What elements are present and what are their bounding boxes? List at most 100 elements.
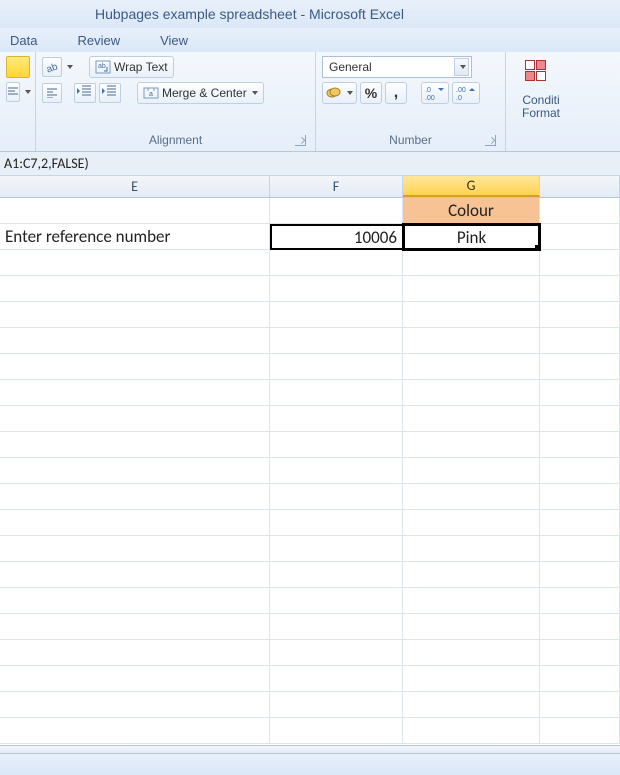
column-header-h[interactable] <box>540 176 620 197</box>
conditional-formatting-button[interactable]: Conditi Format <box>512 56 570 124</box>
worksheet[interactable]: E F G Colour Enter reference number 1000… <box>0 176 620 744</box>
cell[interactable] <box>540 718 620 744</box>
cell[interactable] <box>540 484 620 510</box>
cell[interactable] <box>540 640 620 666</box>
cell[interactable] <box>540 588 620 614</box>
menu-review[interactable]: Review <box>77 33 120 48</box>
cell[interactable] <box>0 276 270 302</box>
cell[interactable] <box>403 640 540 666</box>
cell[interactable] <box>270 510 403 536</box>
cell-h2[interactable] <box>540 224 620 250</box>
cell[interactable] <box>540 354 620 380</box>
cell-h1[interactable] <box>540 198 620 224</box>
cell[interactable] <box>270 276 403 302</box>
cell[interactable] <box>0 328 270 354</box>
cell[interactable] <box>403 432 540 458</box>
cell[interactable] <box>0 614 270 640</box>
cell[interactable] <box>540 692 620 718</box>
cell[interactable] <box>270 536 403 562</box>
cell[interactable] <box>270 588 403 614</box>
cell[interactable] <box>403 250 540 276</box>
cell[interactable] <box>0 484 270 510</box>
cell[interactable] <box>0 250 270 276</box>
column-header-e[interactable]: E <box>0 176 270 197</box>
cell[interactable] <box>403 692 540 718</box>
cell[interactable] <box>270 484 403 510</box>
cell[interactable] <box>540 302 620 328</box>
cell[interactable] <box>540 406 620 432</box>
cell[interactable] <box>0 510 270 536</box>
cell[interactable] <box>270 458 403 484</box>
cell[interactable] <box>403 302 540 328</box>
cell[interactable] <box>0 380 270 406</box>
cell[interactable] <box>540 562 620 588</box>
cell[interactable] <box>0 718 270 744</box>
dropdown-arrow-icon[interactable] <box>25 90 31 94</box>
cell[interactable] <box>403 354 540 380</box>
cell[interactable] <box>270 406 403 432</box>
cell[interactable] <box>0 432 270 458</box>
decrease-indent-button[interactable] <box>74 83 96 103</box>
align-partial-button[interactable] <box>6 82 20 102</box>
comma-button[interactable]: , <box>385 82 407 104</box>
dropdown-arrow-icon[interactable] <box>67 65 73 69</box>
column-header-g[interactable]: G <box>403 176 540 197</box>
cell[interactable] <box>403 380 540 406</box>
cell[interactable] <box>403 510 540 536</box>
cell[interactable] <box>270 640 403 666</box>
cell[interactable] <box>540 250 620 276</box>
cell[interactable] <box>540 614 620 640</box>
cell-e2[interactable]: Enter reference number <box>0 224 270 250</box>
fill-color-button[interactable] <box>6 56 30 78</box>
number-format-dropdown[interactable]: General <box>322 56 472 78</box>
increase-decimal-button[interactable]: .0 .00 <box>421 82 449 104</box>
number-dialog-launcher[interactable] <box>485 135 496 146</box>
cell[interactable] <box>0 692 270 718</box>
cell[interactable] <box>0 458 270 484</box>
cell-g2-selected[interactable]: Pink <box>403 224 540 250</box>
cell[interactable] <box>403 614 540 640</box>
cell[interactable] <box>403 406 540 432</box>
cell[interactable] <box>403 458 540 484</box>
cell[interactable] <box>540 510 620 536</box>
cell[interactable] <box>0 640 270 666</box>
cell[interactable] <box>0 562 270 588</box>
cell[interactable] <box>403 276 540 302</box>
cell[interactable] <box>540 328 620 354</box>
cell-f1[interactable] <box>270 198 403 224</box>
cell-g1[interactable]: Colour <box>403 198 540 224</box>
merge-center-button[interactable]: a Merge & Center <box>137 82 264 104</box>
cell[interactable] <box>403 666 540 692</box>
cell[interactable] <box>403 588 540 614</box>
cell[interactable] <box>270 614 403 640</box>
cell[interactable] <box>270 328 403 354</box>
cell[interactable] <box>270 666 403 692</box>
cell[interactable] <box>0 302 270 328</box>
cell[interactable] <box>270 692 403 718</box>
cell[interactable] <box>540 458 620 484</box>
cell[interactable] <box>0 536 270 562</box>
decrease-decimal-button[interactable]: .00 .0 <box>452 82 480 104</box>
increase-indent-button[interactable] <box>99 83 121 103</box>
column-header-f[interactable]: F <box>270 176 403 197</box>
cell[interactable] <box>540 276 620 302</box>
menu-view[interactable]: View <box>160 33 188 48</box>
cell[interactable] <box>403 718 540 744</box>
formula-bar[interactable]: A1:C7,2,FALSE) <box>0 152 620 176</box>
sheet-tab-bar[interactable] <box>0 745 620 753</box>
cell[interactable] <box>540 536 620 562</box>
cell[interactable] <box>270 302 403 328</box>
cell[interactable] <box>403 484 540 510</box>
wrap-text-button[interactable]: ab Wrap Text <box>89 56 174 78</box>
menu-data[interactable]: Data <box>10 33 37 48</box>
cell[interactable] <box>270 432 403 458</box>
percent-button[interactable]: % <box>360 82 382 104</box>
cell[interactable] <box>270 250 403 276</box>
align-left-button[interactable] <box>42 83 62 103</box>
cell[interactable] <box>540 380 620 406</box>
cell-e1[interactable] <box>0 198 270 224</box>
cell[interactable] <box>403 328 540 354</box>
alignment-dialog-launcher[interactable] <box>295 135 306 146</box>
cell[interactable] <box>0 354 270 380</box>
cell[interactable] <box>403 536 540 562</box>
